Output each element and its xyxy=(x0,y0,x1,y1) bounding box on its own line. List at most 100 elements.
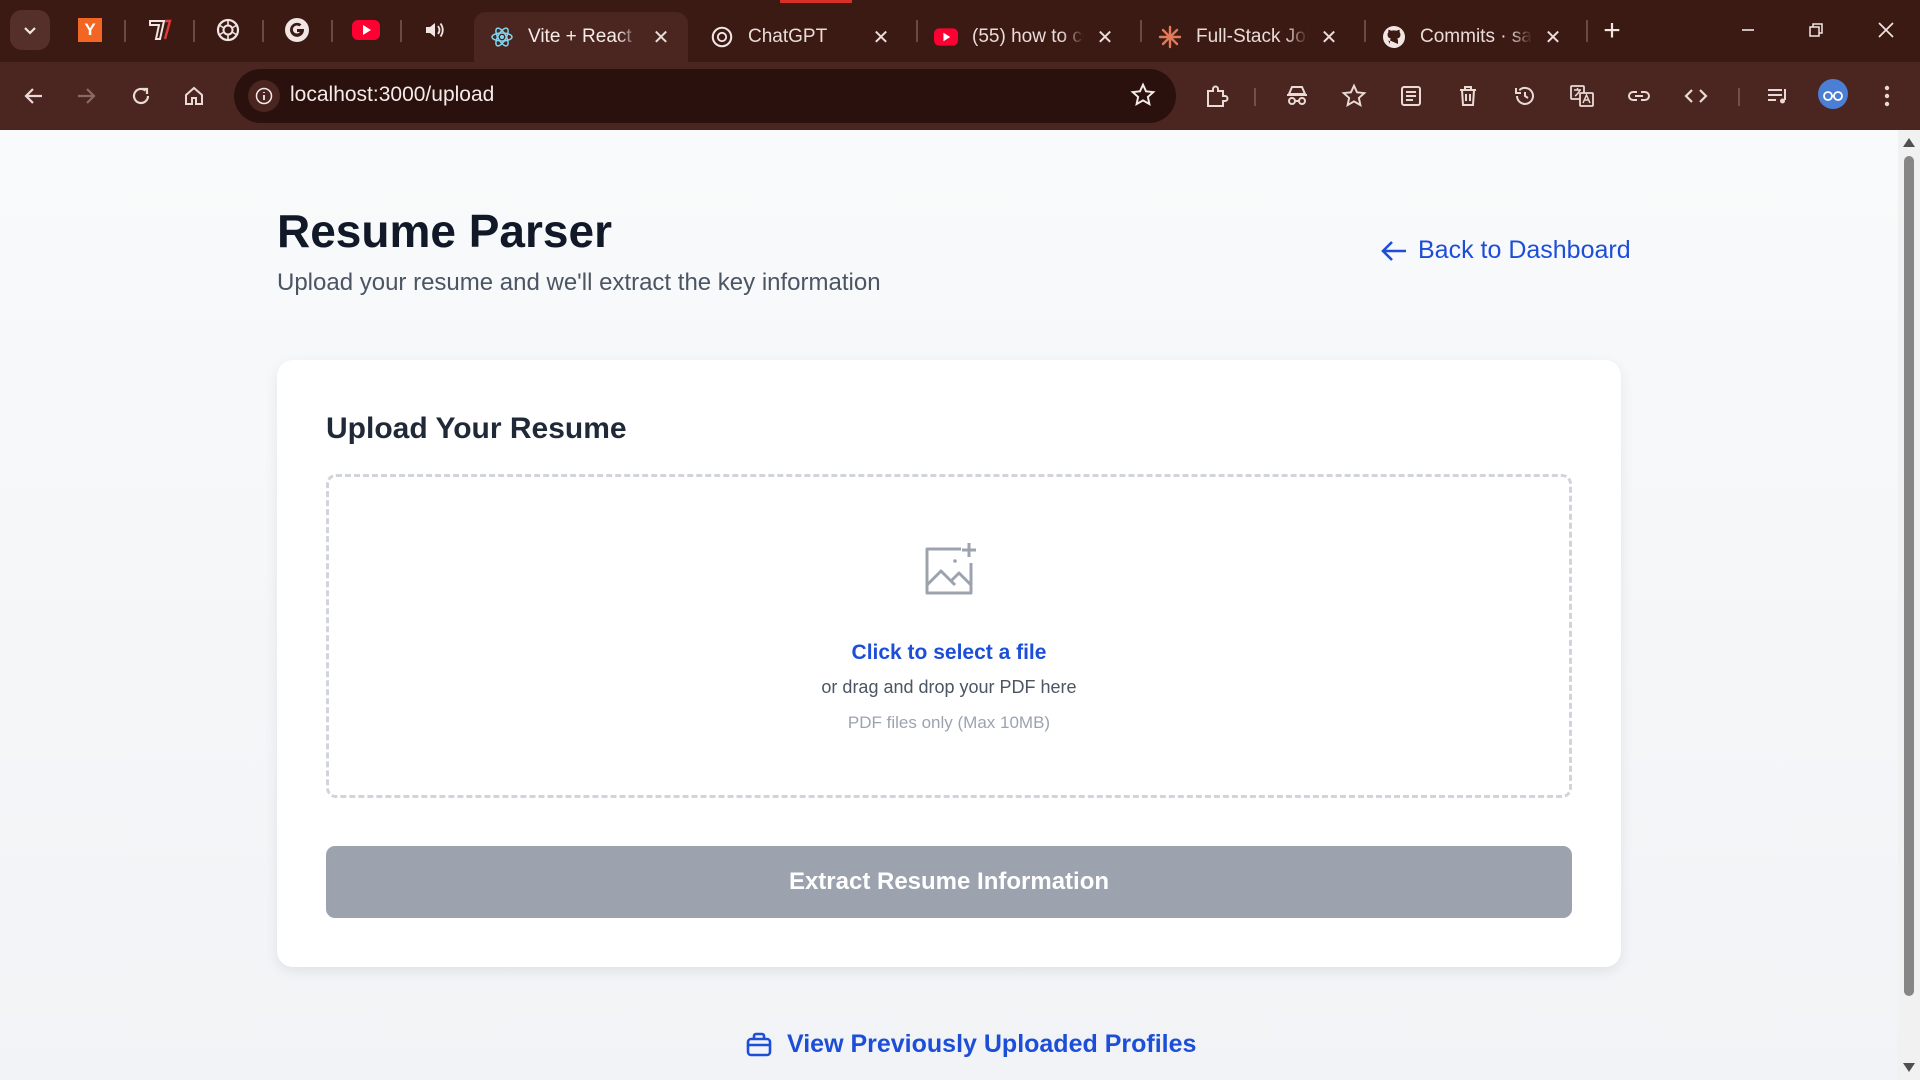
youtube-icon xyxy=(934,25,958,49)
back-link-label: Back to Dashboard xyxy=(1418,236,1631,264)
chatgpt-icon xyxy=(710,25,734,49)
reload-button[interactable] xyxy=(121,76,161,116)
bookmark-star-icon[interactable] xyxy=(1130,82,1156,113)
home-icon xyxy=(185,86,203,105)
delete-button[interactable] xyxy=(1448,76,1488,116)
image-add-icon xyxy=(921,539,981,604)
hacker-news-icon: Y xyxy=(78,18,102,42)
puzzle-icon xyxy=(1207,85,1229,107)
menu-button[interactable] xyxy=(1867,76,1907,116)
claude-icon xyxy=(1158,25,1182,49)
avatar-icon xyxy=(1823,91,1843,101)
arrow-left-icon xyxy=(24,88,42,104)
close-tab-icon[interactable]: ✕ xyxy=(1094,26,1116,49)
pinned-tab-google[interactable] xyxy=(281,14,313,46)
translate-button[interactable] xyxy=(1562,76,1602,116)
restore-button[interactable] xyxy=(1794,10,1838,50)
restore-icon xyxy=(1809,23,1823,37)
upload-card-title: Upload Your Resume xyxy=(326,412,627,445)
tab-title: ChatGPT xyxy=(748,26,828,47)
minimize-button[interactable] xyxy=(1726,10,1770,50)
briefcase-icon xyxy=(746,1032,772,1056)
upload-card: Upload Your Resume Click to select a fil… xyxy=(277,360,1621,967)
tab-separator xyxy=(1586,20,1588,42)
minimize-icon xyxy=(1742,29,1754,31)
code-icon xyxy=(1684,89,1708,103)
back-to-dashboard-link[interactable]: Back to Dashboard xyxy=(1380,236,1631,265)
pinned-tab-audio[interactable] xyxy=(419,14,451,46)
toolbar-separator xyxy=(1254,88,1256,106)
playlist-icon xyxy=(1768,89,1786,104)
forward-button[interactable] xyxy=(66,76,106,116)
incognito-button[interactable] xyxy=(1277,76,1317,116)
copy-link-button[interactable] xyxy=(1619,76,1659,116)
arrow-right-icon xyxy=(78,88,96,104)
extract-resume-button[interactable]: Extract Resume Information xyxy=(326,846,1572,918)
more-vertical-icon xyxy=(1884,85,1890,107)
pinned-tab-youtube[interactable] xyxy=(350,14,382,46)
reading-list-button[interactable] xyxy=(1391,76,1431,116)
scrollbar-thumb[interactable] xyxy=(1904,156,1914,996)
toolbar-separator xyxy=(1738,88,1740,106)
pinned-tab-hacker-news[interactable]: Y xyxy=(74,14,106,46)
history-icon xyxy=(1515,86,1534,105)
back-button[interactable] xyxy=(14,76,54,116)
close-tab-icon[interactable]: ✕ xyxy=(870,26,892,49)
translate-icon xyxy=(1570,85,1594,107)
reading-list-icon xyxy=(1401,86,1421,106)
devtools-button[interactable] xyxy=(1676,76,1716,116)
drag-drop-text: or drag and drop your PDF here xyxy=(821,677,1077,697)
tab-title: Commits · say xyxy=(1420,26,1532,47)
chatgpt-icon xyxy=(216,18,240,42)
tab-strip: Y Vite + React ✕ ChatGPT ✕ (55) how to c… xyxy=(0,0,1920,62)
tab-title: Full-Stack Job xyxy=(1196,26,1308,47)
close-tab-icon[interactable]: ✕ xyxy=(1542,26,1564,49)
browser-chrome: Y Vite + React ✕ ChatGPT ✕ (55) how to c… xyxy=(0,0,1920,130)
history-button[interactable] xyxy=(1505,76,1545,116)
close-tab-icon[interactable]: ✕ xyxy=(1318,26,1340,49)
scroll-up-arrow[interactable] xyxy=(1903,138,1915,147)
media-controls-button[interactable] xyxy=(1758,76,1798,116)
tab-title: (55) how to co xyxy=(972,26,1084,47)
close-tab-icon[interactable]: ✕ xyxy=(650,26,672,49)
tab-vite-react[interactable]: Vite + React ✕ xyxy=(474,12,688,62)
tab-chatgpt[interactable]: ChatGPT ✕ xyxy=(694,12,908,62)
scroll-down-arrow[interactable] xyxy=(1903,1063,1915,1072)
bookmarks-button[interactable] xyxy=(1334,76,1374,116)
select-file-link[interactable]: Click to select a file xyxy=(329,641,1569,665)
pinned-tab-chatgpt[interactable] xyxy=(212,14,244,46)
trash-icon xyxy=(1460,86,1476,106)
tab-fullstack-job[interactable]: Full-Stack Job ✕ xyxy=(1142,12,1356,62)
github-icon xyxy=(1382,25,1406,49)
address-bar[interactable]: localhost:3000/upload xyxy=(234,69,1176,123)
toptal-icon xyxy=(149,19,172,40)
incognito-icon xyxy=(1287,86,1307,105)
close-window-button[interactable] xyxy=(1864,10,1908,50)
tab-github-commits[interactable]: Commits · say ✕ xyxy=(1366,12,1580,62)
site-info-icon[interactable] xyxy=(248,80,280,112)
youtube-icon xyxy=(352,20,380,40)
browser-toolbar: localhost:3000/upload xyxy=(0,62,1920,130)
google-icon xyxy=(285,18,309,42)
tab-separator xyxy=(400,20,402,42)
arrow-left-icon xyxy=(1381,240,1406,261)
extensions-button[interactable] xyxy=(1197,76,1237,116)
view-profiles-link[interactable]: View Previously Uploaded Profiles xyxy=(745,1030,1196,1059)
home-button[interactable] xyxy=(174,76,214,116)
new-tab-button[interactable]: + xyxy=(1595,14,1629,48)
reload-icon xyxy=(132,87,150,105)
tab-youtube-video[interactable]: (55) how to co ✕ xyxy=(918,12,1132,62)
speaker-icon xyxy=(426,22,444,38)
react-icon xyxy=(490,25,514,49)
close-icon xyxy=(1878,22,1894,38)
pinned-tab-toptal[interactable] xyxy=(144,14,176,46)
tab-separator xyxy=(193,20,195,42)
url-text[interactable]: localhost:3000/upload xyxy=(290,83,494,107)
page-subtitle: Upload your resume and we'll extract the… xyxy=(277,269,881,296)
star-list-icon xyxy=(1341,83,1367,108)
file-dropzone[interactable]: Click to select a file or drag and drop … xyxy=(326,474,1572,798)
tab-separator xyxy=(124,20,126,42)
page-scrollbar[interactable] xyxy=(1898,130,1920,1080)
profile-avatar[interactable] xyxy=(1818,79,1848,109)
tab-search-button[interactable] xyxy=(10,10,50,50)
